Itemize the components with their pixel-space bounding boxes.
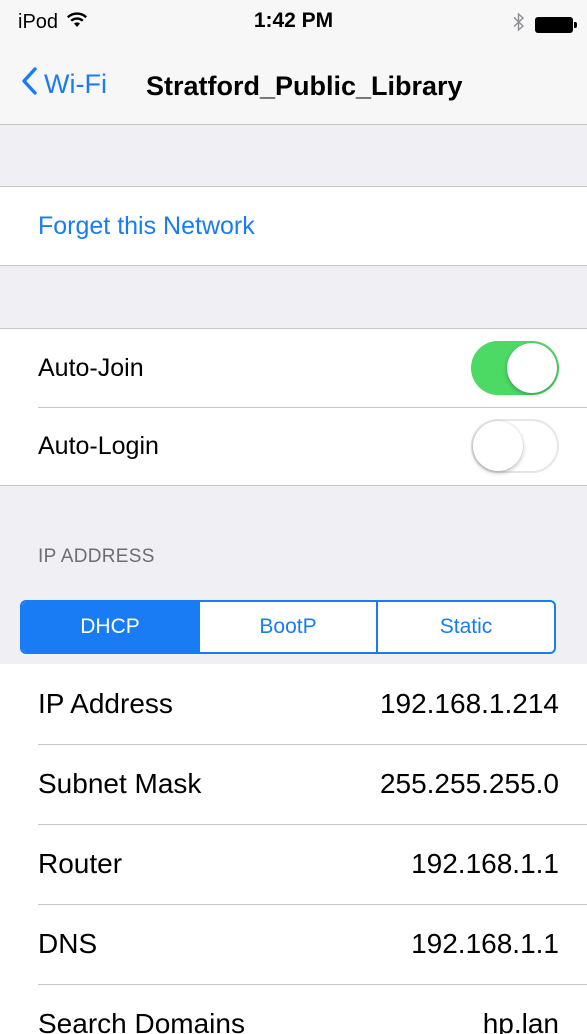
- ip-info-list: IP Address 192.168.1.214 Subnet Mask 255…: [0, 664, 587, 1034]
- navigation-bar: Wi-Fi Stratford_Public_Library: [0, 60, 587, 110]
- ip-address-label: IP Address: [38, 688, 173, 719]
- top-bar: iPod 1:42 PM Wi-Fi Stratford_Public_Libr…: [0, 0, 587, 125]
- auto-join-row: Auto-Join: [0, 329, 587, 407]
- page-title: Stratford_Public_Library: [146, 71, 463, 101]
- segment-static[interactable]: Static: [376, 602, 554, 652]
- segment-bootp[interactable]: BootP: [198, 602, 376, 652]
- dns-label: DNS: [38, 928, 98, 959]
- auto-login-row: Auto-Login: [0, 407, 587, 485]
- subnet-mask-row: Subnet Mask 255.255.255.0: [0, 744, 587, 824]
- battery-icon: [535, 16, 577, 33]
- subnet-mask-value: 255.255.255.0: [379, 768, 559, 799]
- forget-group: Forget this Network: [0, 186, 587, 266]
- status-bar: iPod 1:42 PM: [0, 0, 587, 44]
- wifi-network-detail-screen: iPod 1:42 PM Wi-Fi Stratford_Public_Libr…: [0, 0, 587, 1034]
- search-domains-label: Search Domains: [38, 1008, 245, 1034]
- toggle-knob: [507, 343, 557, 393]
- join-options-group: Auto-Join Auto-Login: [0, 328, 587, 486]
- segment-dhcp[interactable]: DHCP: [22, 602, 198, 652]
- router-label: Router: [38, 848, 123, 879]
- forget-network-row[interactable]: Forget this Network: [0, 187, 587, 265]
- forget-network-button[interactable]: Forget this Network: [38, 212, 255, 241]
- router-value: 192.168.1.1: [411, 848, 559, 879]
- auto-join-toggle[interactable]: [471, 341, 559, 395]
- ip-address-value: 192.168.1.214: [379, 688, 559, 719]
- auto-join-label: Auto-Join: [38, 353, 144, 382]
- search-domains-value: hp.lan: [482, 1008, 559, 1034]
- back-button[interactable]: Wi-Fi: [20, 66, 107, 103]
- ip-address-row: IP Address 192.168.1.214: [0, 664, 587, 744]
- auto-login-toggle[interactable]: [471, 419, 559, 473]
- auto-login-label: Auto-Login: [38, 431, 159, 460]
- ip-address-section-header: IP ADDRESS: [38, 546, 155, 567]
- router-row: Router 192.168.1.1: [0, 824, 587, 904]
- dns-row: DNS 192.168.1.1: [0, 904, 587, 984]
- search-domains-row: Search Domains hp.lan: [0, 984, 587, 1034]
- dns-value: 192.168.1.1: [411, 928, 559, 959]
- status-right: [513, 12, 577, 37]
- subnet-mask-label: Subnet Mask: [38, 768, 202, 799]
- chevron-left-icon: [20, 66, 38, 103]
- ip-mode-segmented-control: DHCP BootP Static: [20, 600, 556, 654]
- status-time: 1:42 PM: [253, 9, 334, 32]
- back-label: Wi-Fi: [44, 69, 107, 99]
- bluetooth-icon: [513, 12, 525, 37]
- toggle-knob: [473, 421, 523, 471]
